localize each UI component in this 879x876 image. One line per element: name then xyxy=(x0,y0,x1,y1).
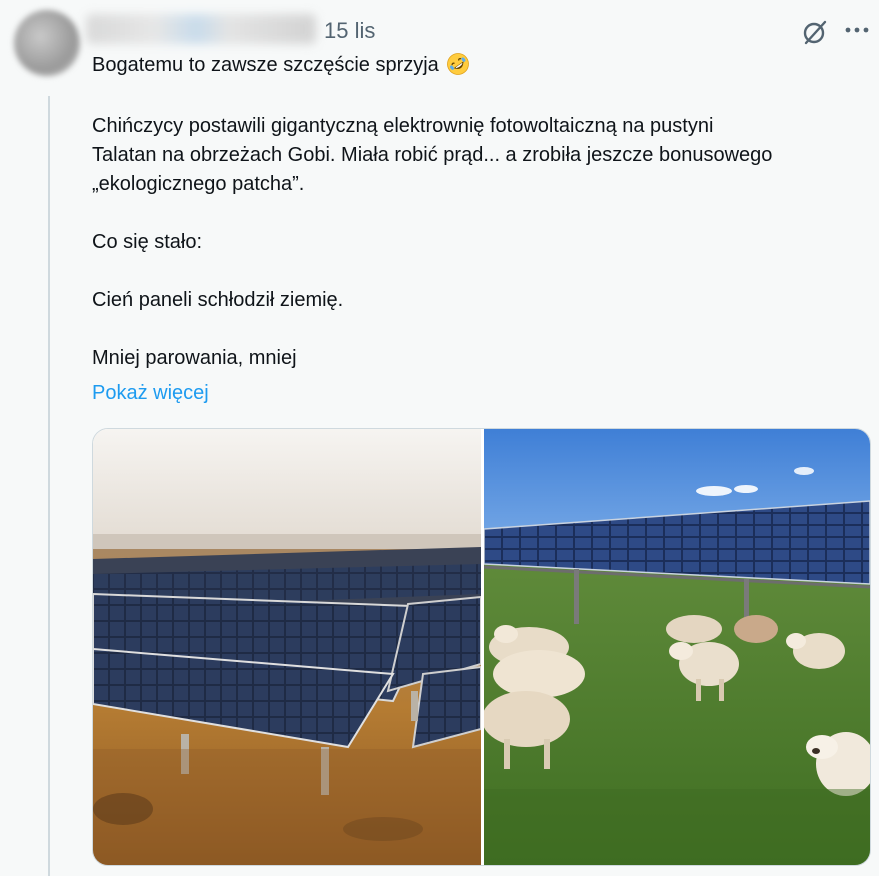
show-more-link[interactable]: Pokaż więcej xyxy=(92,380,209,406)
tweet-body: Chińczycy postawili gigantyczną elektrow… xyxy=(92,115,773,369)
solar-panels-desert-photo[interactable] xyxy=(93,429,481,865)
thread-line xyxy=(48,96,50,876)
sheep-under-solar-panels-photo[interactable] xyxy=(484,429,870,865)
media-gallery xyxy=(92,428,871,866)
author-name-blurred[interactable] xyxy=(86,14,316,44)
tweet-headline: Bogatemu to zawsze szczęście sprzyja xyxy=(92,52,470,78)
more-options-icon[interactable] xyxy=(840,15,874,45)
tweet-timestamp[interactable]: 15 lis xyxy=(324,18,375,44)
grok-icon[interactable] xyxy=(800,17,830,47)
headline-text: Bogatemu to zawsze szczęście sprzyja xyxy=(92,54,439,76)
avatar[interactable] xyxy=(14,10,80,76)
rolling-on-floor-laughing-emoji xyxy=(447,53,470,75)
